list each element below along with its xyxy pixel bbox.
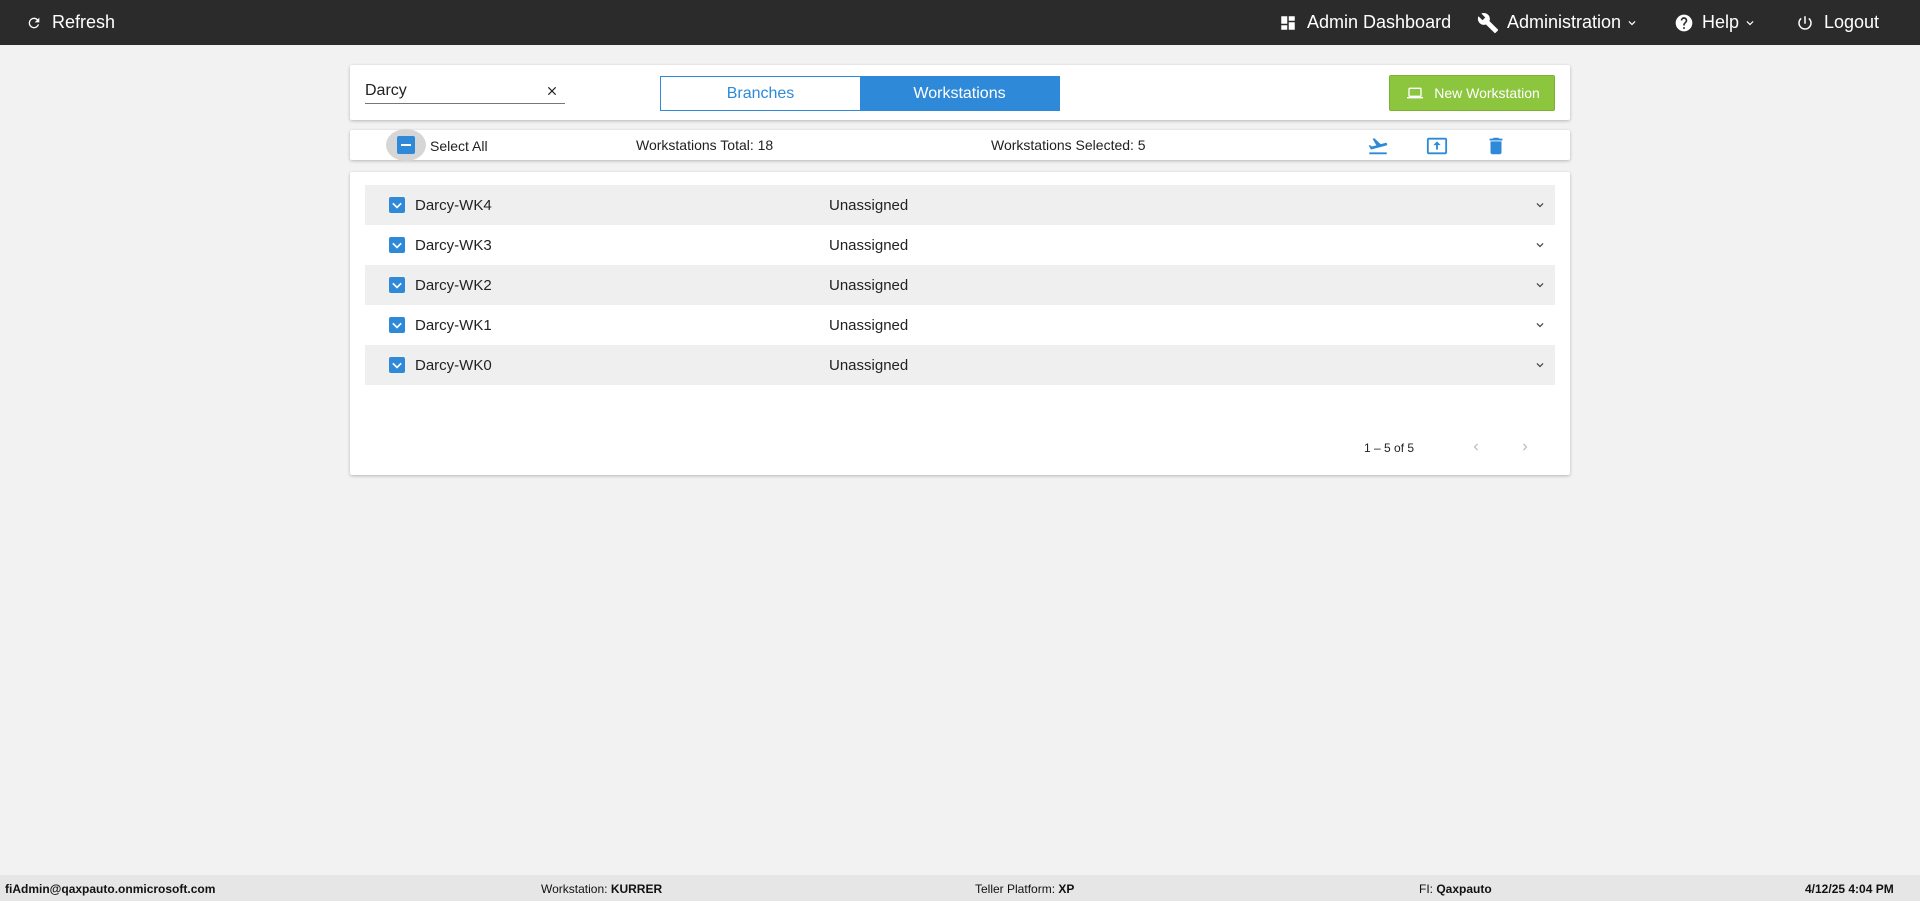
- workstation-name: Darcy-WK1: [415, 317, 492, 334]
- footer-workstation-value: KURRER: [610, 882, 663, 896]
- chevron-right-icon[interactable]: [1518, 439, 1532, 455]
- logout-button[interactable]: Logout: [1796, 0, 1879, 45]
- workstation-status: Unassigned: [829, 277, 909, 294]
- admin-dashboard-link[interactable]: Admin Dashboard: [1279, 0, 1451, 45]
- row-checkbox[interactable]: [389, 357, 405, 373]
- administration-menu[interactable]: Administration: [1477, 0, 1639, 45]
- chevron-down-icon[interactable]: [1533, 198, 1547, 212]
- footer-workstation-label: Workstation:: [541, 882, 608, 896]
- upload-icon[interactable]: [1425, 135, 1449, 157]
- footer-teller-platform-label: Teller Platform:: [975, 882, 1056, 896]
- admin-dashboard-label: Admin Dashboard: [1307, 12, 1452, 32]
- search-field: [365, 80, 565, 104]
- row-checkbox[interactable]: [389, 197, 405, 213]
- list-item[interactable]: Darcy-WK0 Unassigned: [365, 345, 1555, 385]
- refresh-label: Refresh: [52, 12, 116, 32]
- workstation-status: Unassigned: [829, 197, 909, 214]
- chevron-left-icon[interactable]: [1469, 439, 1483, 455]
- select-all-label: Select All: [430, 138, 488, 154]
- view-toggle: Branches Workstations: [660, 76, 1060, 111]
- indeterminate-checkbox-icon: [397, 136, 415, 154]
- workstation-list: Darcy-WK4 Unassigned Darcy-WK3 Unassigne…: [350, 172, 1570, 475]
- new-workstation-button[interactable]: New Workstation: [1389, 75, 1555, 111]
- new-workstation-label: New Workstation: [1434, 85, 1540, 101]
- delete-icon[interactable]: [1484, 135, 1508, 157]
- search-input[interactable]: [365, 80, 540, 102]
- airplane-departure-icon[interactable]: [1366, 135, 1390, 157]
- workstation-status: Unassigned: [829, 237, 909, 254]
- tab-workstations[interactable]: Workstations: [860, 77, 1059, 110]
- row-checkbox[interactable]: [389, 277, 405, 293]
- current-user: fiAdmin@qaxpauto.onmicrosoft.com: [5, 882, 216, 896]
- wrench-icon: [1477, 12, 1499, 33]
- footer-teller-platform-value: XP: [1058, 882, 1075, 896]
- footer-fi: FI: Qaxpauto: [1419, 882, 1492, 896]
- workstation-name: Darcy-WK4: [415, 197, 492, 214]
- workstation-status: Unassigned: [829, 357, 909, 374]
- chevron-down-icon: [1746, 20, 1754, 25]
- power-icon: [1798, 15, 1812, 30]
- workstation-name: Darcy-WK0: [415, 357, 492, 374]
- laptop-icon: [1407, 87, 1424, 99]
- administration-label: Administration: [1507, 12, 1622, 32]
- pagination-range: 1 – 5 of 5: [1364, 441, 1415, 455]
- chevron-down-icon[interactable]: [1533, 318, 1547, 332]
- workstation-name: Darcy-WK3: [415, 237, 492, 254]
- chevron-down-icon[interactable]: [1533, 278, 1547, 292]
- footer-fi-label: FI:: [1419, 882, 1433, 896]
- footer-datetime: 4/12/25 4:04 PM: [1805, 882, 1894, 896]
- footer-fi-value: Qaxpauto: [1436, 882, 1492, 896]
- list-item[interactable]: Darcy-WK3 Unassigned: [365, 225, 1555, 265]
- close-icon[interactable]: [545, 84, 559, 98]
- footer-workstation: Workstation: KURRER: [541, 882, 662, 896]
- select-all-checkbox[interactable]: [386, 129, 426, 161]
- list-item[interactable]: Darcy-WK1 Unassigned: [365, 305, 1555, 345]
- row-checkbox[interactable]: [389, 237, 405, 253]
- list-item[interactable]: Darcy-WK2 Unassigned: [365, 265, 1555, 305]
- check-icon: [392, 202, 402, 209]
- chevron-down-icon: [1628, 20, 1636, 25]
- check-icon: [392, 242, 402, 249]
- check-icon: [392, 362, 402, 369]
- help-menu[interactable]: Help: [1674, 0, 1757, 45]
- dashboard-icon: [1281, 15, 1295, 30]
- search-card: Branches Workstations New Workstation: [350, 65, 1570, 120]
- help-icon: [1675, 14, 1693, 31]
- status-footer: fiAdmin@qaxpauto.onmicrosoft.com Worksta…: [0, 875, 1920, 901]
- workstation-name: Darcy-WK2: [415, 277, 492, 294]
- footer-teller-platform: Teller Platform: XP: [975, 882, 1074, 896]
- workstations-selected: Workstations Selected: 5: [991, 137, 1146, 153]
- workstations-total: Workstations Total: 18: [636, 137, 774, 153]
- help-label: Help: [1702, 12, 1740, 32]
- logout-label: Logout: [1824, 12, 1880, 32]
- workstation-status: Unassigned: [829, 317, 909, 334]
- chevron-down-icon[interactable]: [1533, 358, 1547, 372]
- chevron-down-icon[interactable]: [1533, 238, 1547, 252]
- check-icon: [392, 322, 402, 329]
- action-bar: Select All Workstations Total: 18 Workst…: [350, 129, 1570, 161]
- row-checkbox[interactable]: [389, 317, 405, 333]
- refresh-button[interactable]: Refresh: [26, 0, 115, 45]
- list-item[interactable]: Darcy-WK4 Unassigned: [365, 185, 1555, 225]
- check-icon: [392, 282, 402, 289]
- refresh-icon: [28, 17, 40, 28]
- top-bar: Refresh Admin Dashboard Administration H…: [0, 0, 1920, 45]
- tab-branches[interactable]: Branches: [661, 77, 860, 110]
